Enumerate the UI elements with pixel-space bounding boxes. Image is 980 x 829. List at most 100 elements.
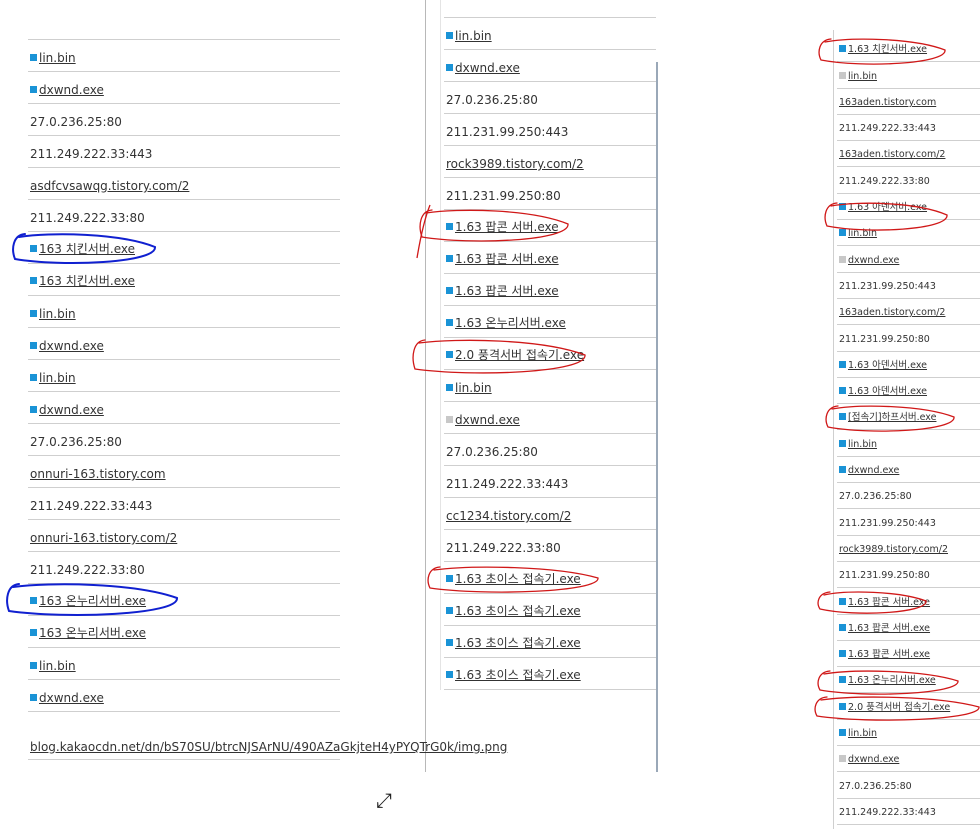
file-link[interactable]: 163aden.tistory.com <box>839 97 936 108</box>
file-link[interactable]: onnuri-163.tistory.com <box>30 467 166 481</box>
file-link[interactable]: onnuri-163.tistory.com/2 <box>30 531 177 545</box>
list-item[interactable]: 163 치킨서버.exe <box>28 264 340 296</box>
list-item[interactable]: dxwnd.exe <box>837 746 980 773</box>
list-item[interactable]: dxwnd.exe <box>28 328 340 360</box>
list-item[interactable]: asdfcvsawqg.tistory.com/2 <box>28 168 340 200</box>
list-item[interactable]: 1.63 온누리서버.exe <box>444 306 656 338</box>
file-link[interactable]: 163aden.tistory.com/2 <box>839 307 945 318</box>
list-item[interactable]: dxwnd.exe <box>28 72 340 104</box>
list-item[interactable]: 163 치킨서버.exe <box>28 232 340 264</box>
file-link[interactable]: lin.bin <box>39 307 76 321</box>
file-link[interactable]: lin.bin <box>848 439 877 450</box>
list-item[interactable]: 163aden.tistory.com/2 <box>837 141 980 168</box>
file-link[interactable]: 1.63 팝콘 서버.exe <box>848 649 930 660</box>
list-item[interactable]: 1.63 치킨서버.exe <box>837 36 980 63</box>
file-link[interactable]: lin.bin <box>848 728 877 739</box>
list-item[interactable]: lin.bin <box>28 648 340 680</box>
file-link[interactable]: 1.63 팝콘 서버.exe <box>455 284 559 298</box>
file-link[interactable]: lin.bin <box>39 371 76 385</box>
file-link[interactable]: dxwnd.exe <box>39 339 104 353</box>
list-item[interactable]: 1.63 아덴서버.exe <box>837 352 980 378</box>
file-link[interactable]: 1.63 아덴서버.exe <box>848 202 927 213</box>
file-link[interactable]: cc1234.tistory.com/2 <box>446 509 571 523</box>
list-item[interactable]: lin.bin <box>837 62 980 89</box>
file-link[interactable]: 1.63 온누리서버.exe <box>848 675 936 686</box>
list-item[interactable]: dxwnd.exe <box>444 50 656 82</box>
list-item[interactable]: 1.63 팝콘 서버.exe <box>444 210 656 242</box>
list-item[interactable]: [접속기]하프서버.exe <box>837 404 980 431</box>
list-item[interactable]: onnuri-163.tistory.com <box>28 456 340 488</box>
list-item[interactable]: dxwnd.exe <box>28 680 340 712</box>
file-link[interactable]: dxwnd.exe <box>39 83 104 97</box>
file-link[interactable]: 1.63 팝콘 서버.exe <box>455 252 559 266</box>
file-link[interactable]: lin.bin <box>455 29 492 43</box>
list-item[interactable]: dxwnd.exe <box>444 402 656 434</box>
list-item[interactable]: 163 온누리서버.exe <box>28 616 340 648</box>
list-item[interactable]: lin.bin <box>28 40 340 72</box>
file-link[interactable]: 1.63 초이스 접속기.exe <box>455 668 581 682</box>
file-link[interactable]: 1.63 팝콘 서버.exe <box>455 220 559 234</box>
list-item[interactable]: 1.63 초이스 접속기.exe <box>444 626 656 658</box>
list-item[interactable]: 1.63 팝콘 서버.exe <box>444 242 656 274</box>
list-item[interactable]: 1.63 아덴서버.exe <box>837 194 980 221</box>
file-link[interactable]: rock3989.tistory.com/2 <box>446 157 584 171</box>
expand-icon[interactable]: ⤢ <box>376 790 392 810</box>
file-link[interactable]: 1.63 온누리서버.exe <box>455 316 566 330</box>
list-item[interactable]: 1.63 초이스 접속기.exe <box>444 562 656 594</box>
list-item[interactable]: dxwnd.exe <box>837 246 980 273</box>
file-link[interactable]: 2.0 풍격서버 접속기.exe <box>848 702 950 713</box>
file-link[interactable]: 163aden.tistory.com/2 <box>839 149 945 160</box>
file-link[interactable]: 1.63 팝콘 서버.exe <box>848 597 930 608</box>
list-item[interactable]: rock3989.tistory.com/2 <box>837 536 980 562</box>
list-item[interactable]: 1.63 아덴서버.exe <box>837 378 980 405</box>
file-link[interactable]: dxwnd.exe <box>39 403 104 417</box>
list-item[interactable]: 2.0 풍격서버 접속기.exe <box>837 694 980 720</box>
list-item[interactable]: 163 온누리서버.exe <box>28 584 340 616</box>
list-item[interactable]: rock3989.tistory.com/2 <box>444 146 656 178</box>
file-link[interactable]: dxwnd.exe <box>455 61 520 75</box>
list-item[interactable]: 1.63 초이스 접속기.exe <box>444 658 656 690</box>
list-item[interactable]: lin.bin <box>837 431 980 457</box>
list-item[interactable]: 163aden.tistory.com <box>837 89 980 115</box>
file-link[interactable]: 1.63 아덴서버.exe <box>848 360 927 371</box>
list-item[interactable]: 1.63 팝콘 서버.exe <box>444 274 656 306</box>
file-link[interactable]: dxwnd.exe <box>848 465 899 476</box>
file-link[interactable]: rock3989.tistory.com/2 <box>839 544 948 555</box>
list-item[interactable]: lin.bin <box>837 220 980 247</box>
file-link[interactable]: asdfcvsawqg.tistory.com/2 <box>30 179 189 193</box>
file-link[interactable]: 1.63 팝콘 서버.exe <box>848 623 930 634</box>
file-link[interactable]: dxwnd.exe <box>39 691 104 705</box>
file-link[interactable]: lin.bin <box>39 51 76 65</box>
file-link[interactable]: lin.bin <box>455 381 492 395</box>
file-link[interactable]: 1.63 아덴서버.exe <box>848 386 927 397</box>
list-item[interactable]: blog.kakaocdn.net/dn/bS70SU/btrcNJSArNU/… <box>28 712 507 760</box>
list-item[interactable]: lin.bin <box>837 720 980 747</box>
file-link[interactable]: dxwnd.exe <box>848 754 899 765</box>
file-link[interactable]: [접속기]하프서버.exe <box>848 412 936 423</box>
list-item[interactable]: lin.bin <box>444 370 656 402</box>
list-item[interactable]: 1.63 온누리서버.exe <box>837 667 980 694</box>
list-item[interactable]: 1.63 팝콘 서버.exe <box>837 588 980 615</box>
file-link[interactable]: lin.bin <box>848 228 877 239</box>
list-item[interactable]: cc1234.tistory.com/2 <box>444 498 656 530</box>
list-item[interactable]: 1.63 팝콘 서버.exe <box>837 641 980 668</box>
file-link[interactable]: 163 온누리서버.exe <box>39 626 146 640</box>
file-link[interactable]: lin.bin <box>848 71 877 82</box>
file-link[interactable]: 163 온누리서버.exe <box>39 594 146 608</box>
file-link[interactable]: 1.63 초이스 접속기.exe <box>455 636 581 650</box>
file-link[interactable]: 1.63 초이스 접속기.exe <box>455 572 581 586</box>
list-item[interactable]: lin.bin <box>444 18 656 50</box>
list-item[interactable]: 1.63 초이스 접속기.exe <box>444 594 656 626</box>
file-link[interactable]: lin.bin <box>39 659 76 673</box>
file-link[interactable]: dxwnd.exe <box>848 255 899 266</box>
file-link[interactable]: dxwnd.exe <box>455 413 520 427</box>
file-link[interactable]: 163 치킨서버.exe <box>39 242 135 256</box>
list-item[interactable]: onnuri-163.tistory.com/2 <box>28 520 340 552</box>
file-link[interactable]: 1.63 치킨서버.exe <box>848 44 927 55</box>
file-link[interactable]: 2.0 풍격서버 접속기.exe <box>455 348 584 362</box>
list-item[interactable]: 1.63 팝콘 서버.exe <box>837 615 980 641</box>
file-link[interactable]: 1.63 초이스 접속기.exe <box>455 604 581 618</box>
list-item[interactable]: dxwnd.exe <box>28 392 340 424</box>
list-item[interactable]: 2.0 풍격서버 접속기.exe <box>444 338 656 370</box>
list-item[interactable]: lin.bin <box>28 360 340 392</box>
